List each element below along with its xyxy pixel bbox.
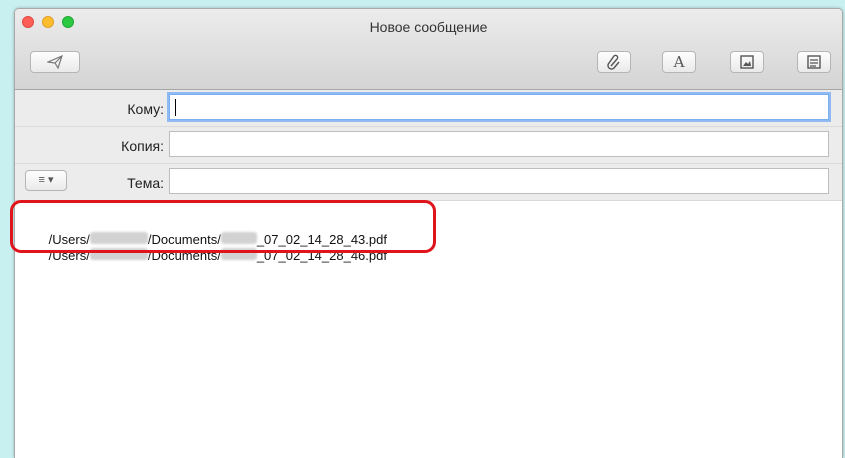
format-bar-button[interactable] xyxy=(797,51,831,73)
paper-plane-icon xyxy=(47,55,63,69)
text-caret xyxy=(175,99,176,116)
subject-row: ≡ ▾ Тема: xyxy=(15,164,842,201)
photo-browser-icon xyxy=(740,55,754,69)
toolbar: Новое сообщение A xyxy=(15,9,842,90)
to-label: Кому: xyxy=(127,101,164,117)
to-field[interactable] xyxy=(169,94,829,120)
fonts-button[interactable]: A xyxy=(662,51,696,73)
paperclip-icon xyxy=(607,54,620,70)
font-label: A xyxy=(673,53,685,71)
photo-browser-button[interactable] xyxy=(730,51,764,73)
cc-field[interactable] xyxy=(169,131,829,157)
format-icon xyxy=(807,55,821,69)
highlight-box xyxy=(10,200,436,253)
subject-field[interactable] xyxy=(169,168,829,194)
window-title: Новое сообщение xyxy=(369,19,488,35)
header-options-button[interactable]: ≡ ▾ xyxy=(25,170,67,191)
cc-label: Копия: xyxy=(121,138,164,154)
subject-label: Тема: xyxy=(127,175,164,191)
cc-row: Копия: xyxy=(15,127,842,164)
attach-button[interactable] xyxy=(597,51,631,73)
to-row: Кому: xyxy=(15,90,842,127)
message-headers: Кому: Копия: ≡ ▾ Тема: xyxy=(15,90,842,201)
send-button[interactable] xyxy=(30,51,80,73)
